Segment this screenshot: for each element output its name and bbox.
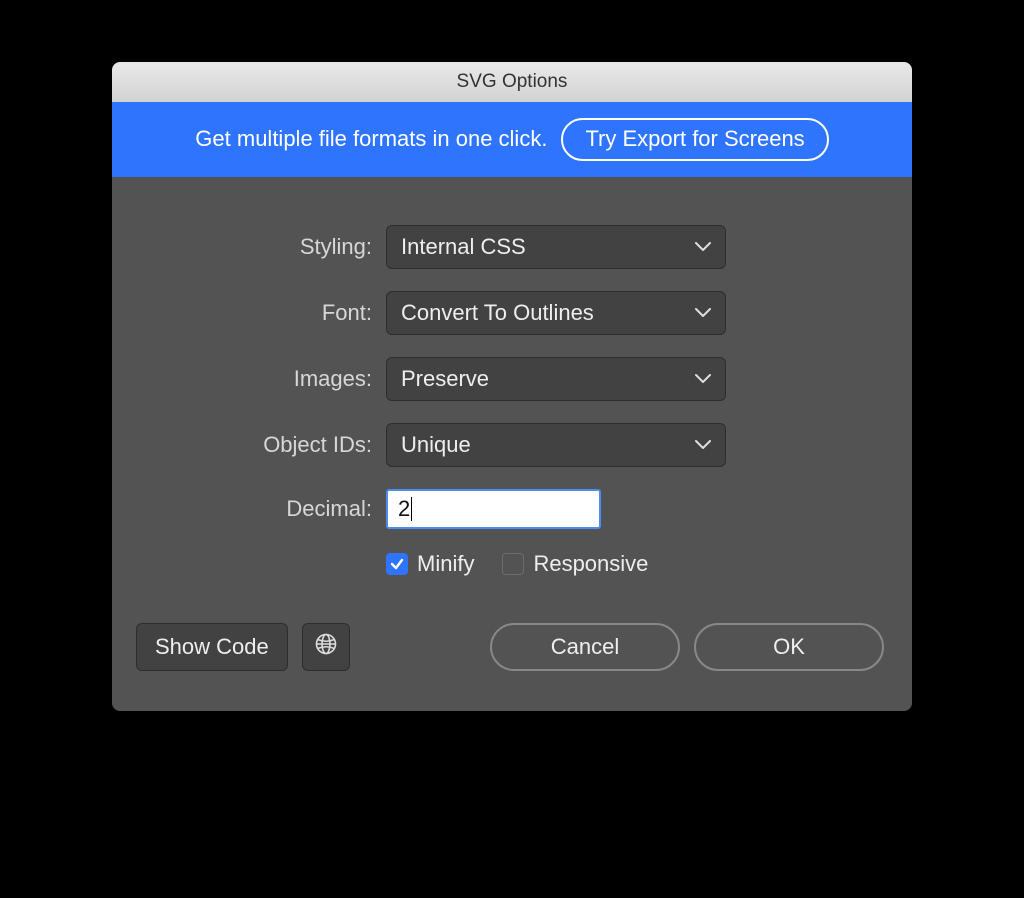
chevron-down-icon <box>695 440 711 450</box>
object-ids-label: Object IDs: <box>136 432 386 458</box>
decimal-label: Decimal: <box>136 496 386 522</box>
styling-row: Styling: Internal CSS <box>136 225 884 269</box>
dialog-title: SVG Options <box>457 71 568 93</box>
globe-icon <box>314 632 338 662</box>
styling-dropdown[interactable]: Internal CSS <box>386 225 726 269</box>
promo-text: Get multiple file formats in one click. <box>195 126 547 152</box>
checkbox-icon <box>386 553 408 575</box>
responsive-label: Responsive <box>533 551 648 577</box>
images-row: Images: Preserve <box>136 357 884 401</box>
font-row: Font: Convert To Outlines <box>136 291 884 335</box>
object-ids-dropdown[interactable]: Unique <box>386 423 726 467</box>
minify-checkbox[interactable]: Minify <box>386 551 474 577</box>
responsive-checkbox[interactable]: Responsive <box>502 551 648 577</box>
text-caret <box>411 497 412 521</box>
font-dropdown[interactable]: Convert To Outlines <box>386 291 726 335</box>
show-code-button[interactable]: Show Code <box>136 623 288 671</box>
images-dropdown[interactable]: Preserve <box>386 357 726 401</box>
show-code-label: Show Code <box>155 634 269 660</box>
promo-banner: Get multiple file formats in one click. … <box>112 102 912 177</box>
cancel-button[interactable]: Cancel <box>490 623 680 671</box>
object-ids-row: Object IDs: Unique <box>136 423 884 467</box>
checkbox-row: Minify Responsive <box>136 551 884 577</box>
decimal-row: Decimal: 2 <box>136 489 884 529</box>
chevron-down-icon <box>695 374 711 384</box>
svg-options-dialog: SVG Options Get multiple file formats in… <box>112 62 912 711</box>
ok-button[interactable]: OK <box>694 623 884 671</box>
dialog-titlebar[interactable]: SVG Options <box>112 62 912 102</box>
checkbox-icon <box>502 553 524 575</box>
styling-value: Internal CSS <box>401 234 526 260</box>
try-export-for-screens-button[interactable]: Try Export for Screens <box>561 118 828 161</box>
try-export-for-screens-label: Try Export for Screens <box>585 126 804 151</box>
font-value: Convert To Outlines <box>401 300 594 326</box>
font-label: Font: <box>136 300 386 326</box>
web-preview-button[interactable] <box>302 623 350 671</box>
chevron-down-icon <box>695 242 711 252</box>
styling-label: Styling: <box>136 234 386 260</box>
decimal-input[interactable]: 2 <box>386 489 601 529</box>
dialog-body: Styling: Internal CSS Font: Convert To O… <box>112 177 912 711</box>
images-value: Preserve <box>401 366 489 392</box>
object-ids-value: Unique <box>401 432 471 458</box>
dialog-footer: Show Code Cancel OK <box>136 623 884 671</box>
minify-label: Minify <box>417 551 474 577</box>
chevron-down-icon <box>695 308 711 318</box>
images-label: Images: <box>136 366 386 392</box>
ok-label: OK <box>773 634 805 660</box>
cancel-label: Cancel <box>551 634 619 660</box>
decimal-value: 2 <box>398 496 410 522</box>
